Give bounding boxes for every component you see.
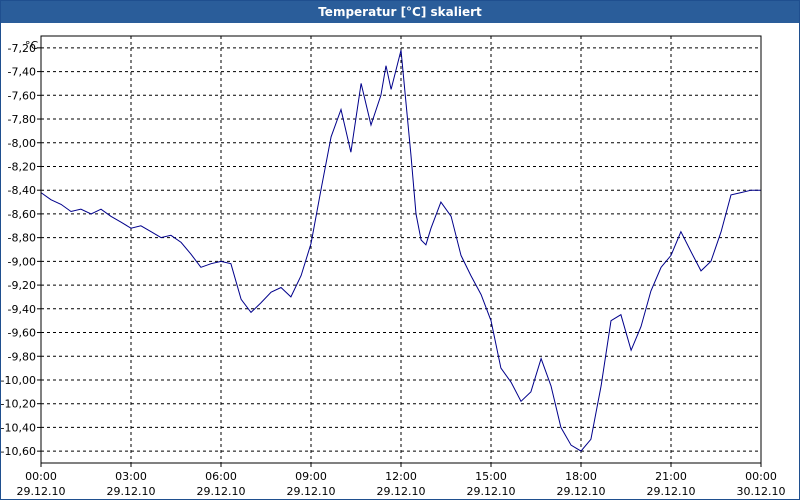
y-tick-label: -9,20 bbox=[8, 279, 36, 292]
x-tick-date: 29.12.10 bbox=[377, 485, 426, 498]
y-tick-label: -9,40 bbox=[8, 303, 36, 316]
y-tick-label: -10,60 bbox=[1, 445, 36, 458]
x-tick-date: 29.12.10 bbox=[107, 485, 156, 498]
y-tick-label: -9,00 bbox=[8, 255, 36, 268]
y-tick-label: -8,20 bbox=[8, 160, 36, 173]
x-tick-date: 30.12.10 bbox=[737, 485, 786, 498]
x-tick-date: 29.12.10 bbox=[647, 485, 696, 498]
x-tick-time: 06:00 bbox=[205, 470, 237, 483]
y-tick-labels: -7,20 -7,40 -7,60 -7,80 -8,00 -8,20 -8,40 -8,60… bbox=[1, 42, 36, 458]
grid-layer bbox=[37, 36, 762, 467]
y-tick-label: -8,40 bbox=[8, 184, 36, 197]
x-tick-time: 00:00 bbox=[745, 470, 777, 483]
x-tick-date: 29.12.10 bbox=[17, 485, 66, 498]
y-tick-label: -7,80 bbox=[8, 113, 36, 126]
x-tick-time: 21:00 bbox=[655, 470, 687, 483]
y-tick-label: -7,60 bbox=[8, 89, 36, 102]
temperature-chart: °C -7,20-7,40-7,60-7,80-8,00-8,20-8,40-8… bbox=[1, 35, 786, 498]
x-tick-time: 09:00 bbox=[295, 470, 327, 483]
y-tick-label: -8,80 bbox=[8, 232, 36, 245]
y-tick-label: -10,20 bbox=[1, 398, 36, 411]
y-tick-label: -8,60 bbox=[8, 208, 36, 221]
x-tick-time: 00:00 bbox=[25, 470, 57, 483]
x-tick-time: 03:00 bbox=[115, 470, 147, 483]
y-tick-label: -8,00 bbox=[8, 137, 36, 150]
y-tick-label: -7,40 bbox=[8, 66, 36, 79]
x-tick-time: 15:00 bbox=[475, 470, 507, 483]
x-tick-labels: 00:00 29.12.10 03:00 29.12.10 06:00 29.12.10 0… bbox=[17, 470, 786, 498]
x-tick-date: 29.12.10 bbox=[557, 485, 606, 498]
y-tick-label: -9,60 bbox=[8, 327, 36, 340]
x-tick-time: 18:00 bbox=[565, 470, 597, 483]
x-tick-date: 29.12.10 bbox=[287, 485, 336, 498]
x-tick-time: 12:00 bbox=[385, 470, 417, 483]
x-tick-date: 29.12.10 bbox=[197, 485, 246, 498]
y-tick-label: -7,20 bbox=[8, 42, 36, 55]
y-tick-label: -9,80 bbox=[8, 350, 36, 363]
y-tick-label: -10,00 bbox=[1, 374, 36, 387]
x-tick-date: 29.12.10 bbox=[467, 485, 516, 498]
y-tick-label: -10,40 bbox=[1, 421, 36, 434]
